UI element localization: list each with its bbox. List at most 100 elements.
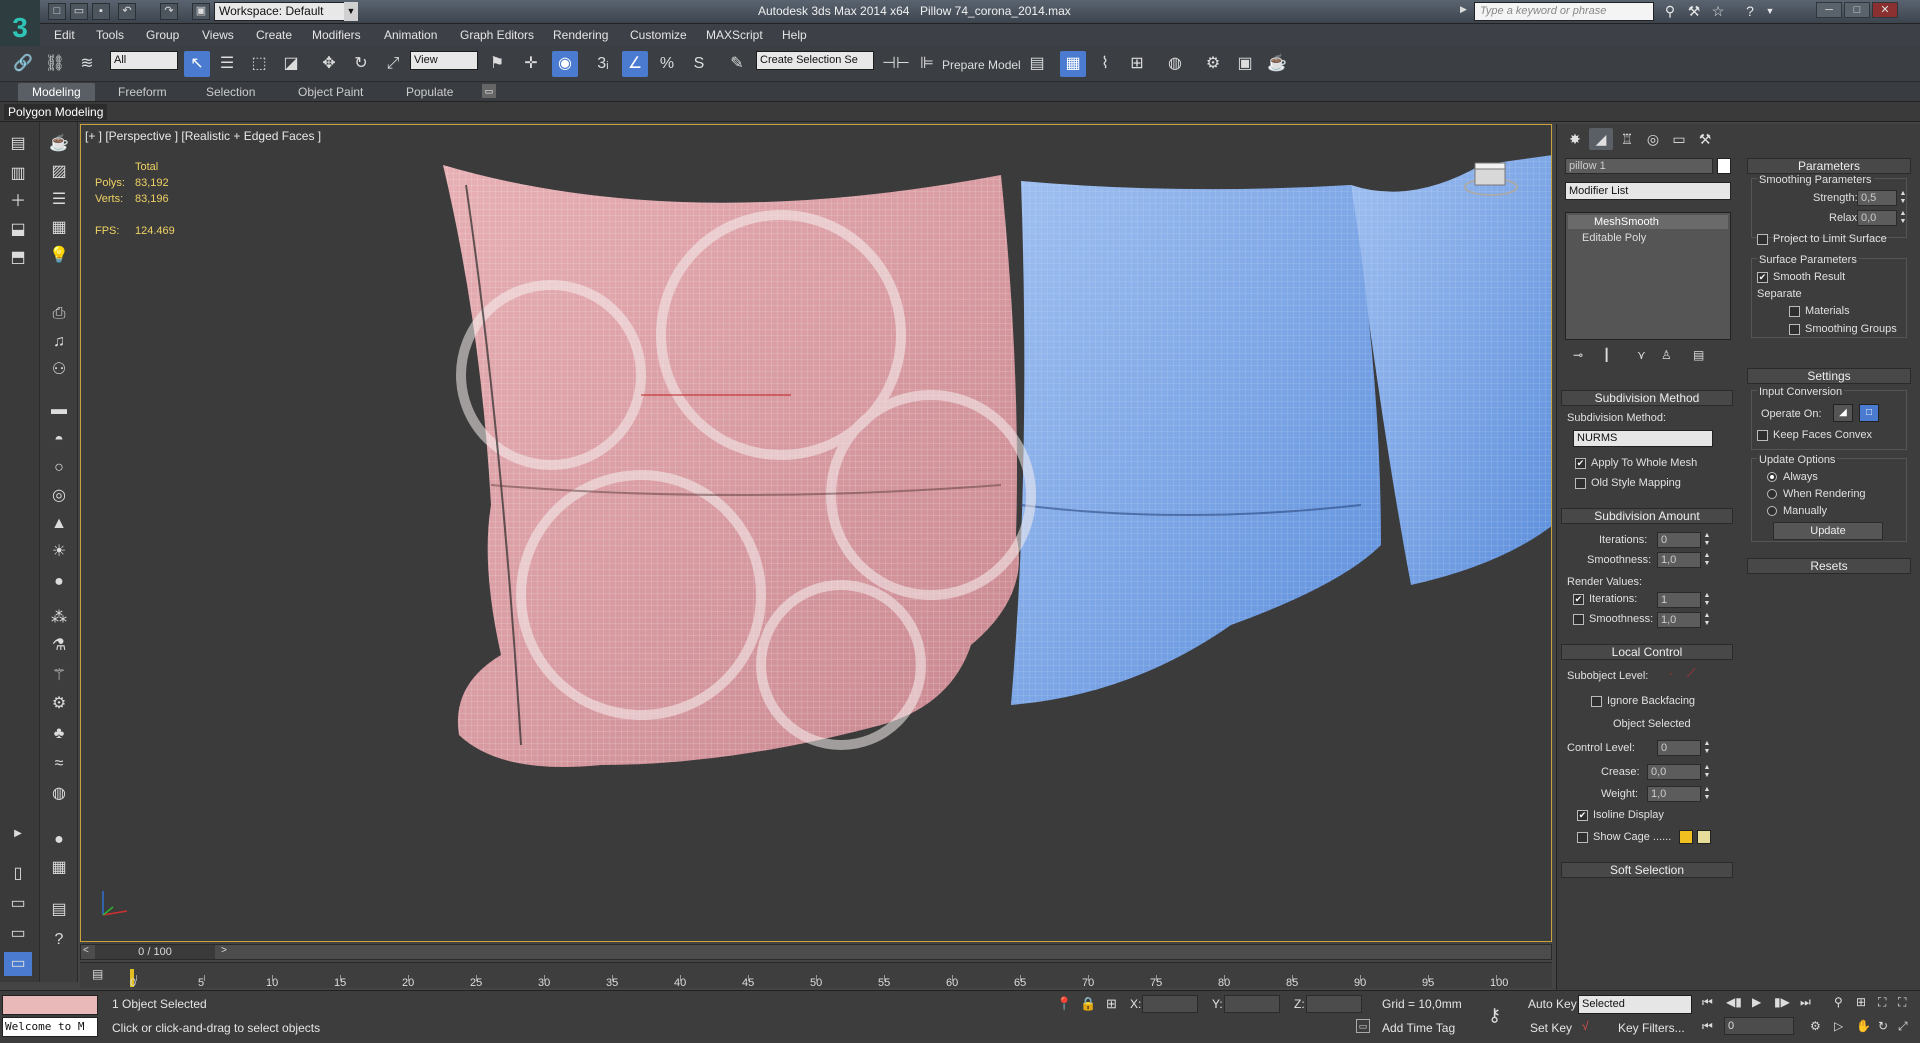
lock-icon[interactable]: 🔒 — [1080, 996, 1096, 1012]
update-when-rendering-radio[interactable] — [1767, 489, 1777, 499]
schematic-view-icon[interactable]: ⊞ — [1124, 51, 1150, 77]
isoline-display-checkbox[interactable]: ✔ — [1577, 810, 1588, 821]
iterations-spinner[interactable]: ▲ ▼ — [1703, 532, 1711, 548]
bind-space-warp-icon[interactable]: ≋ — [74, 51, 100, 77]
binoculars-icon[interactable]: ⚲ — [1660, 2, 1680, 22]
apply-whole-mesh-checkbox[interactable]: ✔ — [1575, 458, 1586, 469]
scene-explorer-icon[interactable]: ▤ — [4, 132, 32, 156]
menu-graph-editors[interactable]: Graph Editors — [460, 26, 534, 44]
minimize-icon[interactable]: ─ — [1816, 2, 1842, 18]
selection-filter-dropdown[interactable]: All — [110, 51, 178, 70]
render-smoothness-checkbox[interactable] — [1573, 614, 1584, 625]
auto-key-button[interactable]: Auto Key — [1528, 997, 1577, 1011]
maximize-viewport-icon[interactable]: ⤢ — [1898, 1019, 1908, 1034]
viewport-layout-2-icon[interactable]: ▭ — [4, 892, 32, 916]
iterations-input[interactable]: 0 — [1657, 532, 1701, 548]
camera-icon[interactable]: ⎙ — [45, 302, 73, 326]
expand-icon[interactable]: ▶ — [4, 822, 32, 846]
snaps-toggle-icon[interactable]: 3ᵢ — [590, 51, 616, 77]
update-always-radio[interactable] — [1767, 472, 1777, 482]
project-limit-checkbox[interactable] — [1757, 234, 1768, 245]
material-sphere-icon[interactable]: ● — [45, 828, 73, 852]
next-frame-icon[interactable]: ▮▶ — [1774, 995, 1790, 1009]
current-frame-input[interactable]: 0 — [1724, 1017, 1794, 1035]
workspace-dropdown[interactable]: Workspace: Default — [214, 2, 358, 21]
scale-icon[interactable]: ⤢ — [380, 51, 406, 77]
open-file-icon[interactable]: ▭ — [70, 3, 88, 20]
configure-modifier-icon[interactable]: ▤ — [1693, 348, 1704, 362]
move-icon[interactable]: ✥ — [316, 51, 342, 77]
ignore-backfacing-checkbox[interactable] — [1591, 696, 1602, 707]
render-setup-icon[interactable]: ⚙ — [1200, 51, 1226, 77]
table-icon[interactable]: ▦ — [45, 216, 73, 240]
control-level-input[interactable]: 0 — [1657, 740, 1701, 756]
render-iterations-checkbox[interactable]: ✔ — [1573, 594, 1584, 605]
render-smoothness-input[interactable]: 1,0 — [1657, 612, 1701, 628]
rollout-soft-selection[interactable]: Soft Selection — [1561, 862, 1733, 878]
select-object-icon[interactable]: ↖ — [184, 51, 210, 77]
menu-rendering[interactable]: Rendering — [553, 26, 608, 44]
set-key-button[interactable]: Set Key — [1530, 1021, 1572, 1035]
cloth-icon[interactable]: ◍ — [45, 782, 73, 806]
add-time-tag[interactable]: Add Time Tag — [1382, 1021, 1455, 1035]
gear-icon[interactable]: ⚙ — [45, 692, 73, 716]
smoothness-spinner[interactable]: ▲ ▼ — [1703, 552, 1711, 568]
isolate-selection-icon[interactable]: 📍 — [1056, 996, 1072, 1012]
z-coordinate-input[interactable] — [1306, 995, 1362, 1013]
object-name-input[interactable]: pillow 1 — [1565, 158, 1713, 174]
y-coordinate-input[interactable] — [1224, 995, 1280, 1013]
pin-stack-icon[interactable]: ⊸ — [1573, 348, 1583, 362]
tools-icon[interactable]: ⚒ — [1684, 2, 1704, 22]
project-folder-icon[interactable]: ▣ — [192, 3, 210, 20]
rollout-parameters[interactable]: Parameters — [1747, 158, 1911, 174]
create-tab-icon[interactable]: ✸ — [1563, 128, 1587, 150]
ref-coord-dropdown[interactable]: View — [410, 51, 478, 70]
rect-selection-icon[interactable]: ⬚ — [246, 51, 272, 77]
undo-icon[interactable]: ↶ — [118, 3, 136, 20]
cage-color-swatch-2[interactable] — [1697, 830, 1711, 844]
crease-spinner[interactable]: ▲ ▼ — [1703, 764, 1711, 780]
zoom-icon[interactable]: ⚲ — [1834, 995, 1843, 1009]
viewport-layout-active-icon[interactable]: ▭ — [4, 952, 32, 976]
motion-tab-icon[interactable]: ◎ — [1641, 128, 1665, 150]
menu-tools[interactable]: Tools — [96, 26, 124, 44]
subdivision-method-dropdown[interactable]: NURMS — [1573, 430, 1713, 447]
mirror-icon[interactable]: ⊣⊢ — [882, 51, 910, 77]
layers-icon[interactable]: ▥ — [4, 162, 32, 186]
cage-color-swatch-1[interactable] — [1679, 830, 1693, 844]
spinner-snap-icon[interactable]: S — [686, 51, 712, 77]
hair-icon[interactable]: ≈ — [45, 752, 73, 776]
select-manipulate-icon[interactable]: ✛ — [518, 51, 544, 77]
percent-snap-icon[interactable]: % — [654, 51, 680, 77]
menu-maxscript[interactable]: MAXScript — [706, 26, 763, 44]
select-by-name-icon[interactable]: ☰ — [214, 51, 240, 77]
strength-spinner[interactable]: ▲ ▼ — [1899, 190, 1907, 206]
light-bulb-icon[interactable]: 💡 — [45, 244, 73, 268]
go-to-start-icon[interactable]: ⏮ — [1702, 995, 1713, 1010]
rollout-local-control[interactable]: Local Control — [1561, 644, 1733, 660]
menu-help[interactable]: Help — [782, 26, 807, 44]
rollout-subdivision-method[interactable]: Subdivision Method — [1561, 390, 1733, 406]
x-coordinate-input[interactable] — [1142, 995, 1198, 1013]
box-icon[interactable]: ▬ — [45, 398, 73, 422]
time-config-icon[interactable]: ⚙ — [1810, 1019, 1821, 1033]
foliage-icon[interactable]: ♣ — [45, 722, 73, 746]
ball-icon[interactable]: ● — [45, 570, 73, 594]
smooth-result-checkbox[interactable]: ✔ — [1757, 272, 1768, 283]
operate-on-polygons-icon[interactable]: □ — [1859, 404, 1879, 422]
zoom-extents-all-icon[interactable]: ⛶ — [1898, 995, 1906, 1010]
previous-frame-icon[interactable]: ◀▮ — [1726, 995, 1742, 1009]
picture-icon[interactable]: ▨ — [45, 160, 73, 184]
help-icon[interactable]: ? — [1740, 2, 1760, 22]
biped-icon[interactable]: ⚚ — [45, 664, 73, 688]
key-mode-icon[interactable]: ⏮ — [1702, 1019, 1713, 1034]
display-tab-icon[interactable]: ▭ — [1667, 128, 1691, 150]
maximize-icon[interactable]: □ — [1844, 2, 1870, 18]
menu-edit[interactable]: Edit — [54, 26, 75, 44]
window-crossing-icon[interactable]: ◪ — [278, 51, 304, 77]
help-icon[interactable]: ? — [45, 928, 73, 952]
dynamics-icon[interactable]: ⚗ — [45, 634, 73, 658]
weight-input[interactable]: 1,0 — [1647, 786, 1701, 802]
chevron-right-icon[interactable]: > — [221, 945, 227, 956]
remove-modifier-icon[interactable]: ♙ — [1661, 348, 1672, 362]
